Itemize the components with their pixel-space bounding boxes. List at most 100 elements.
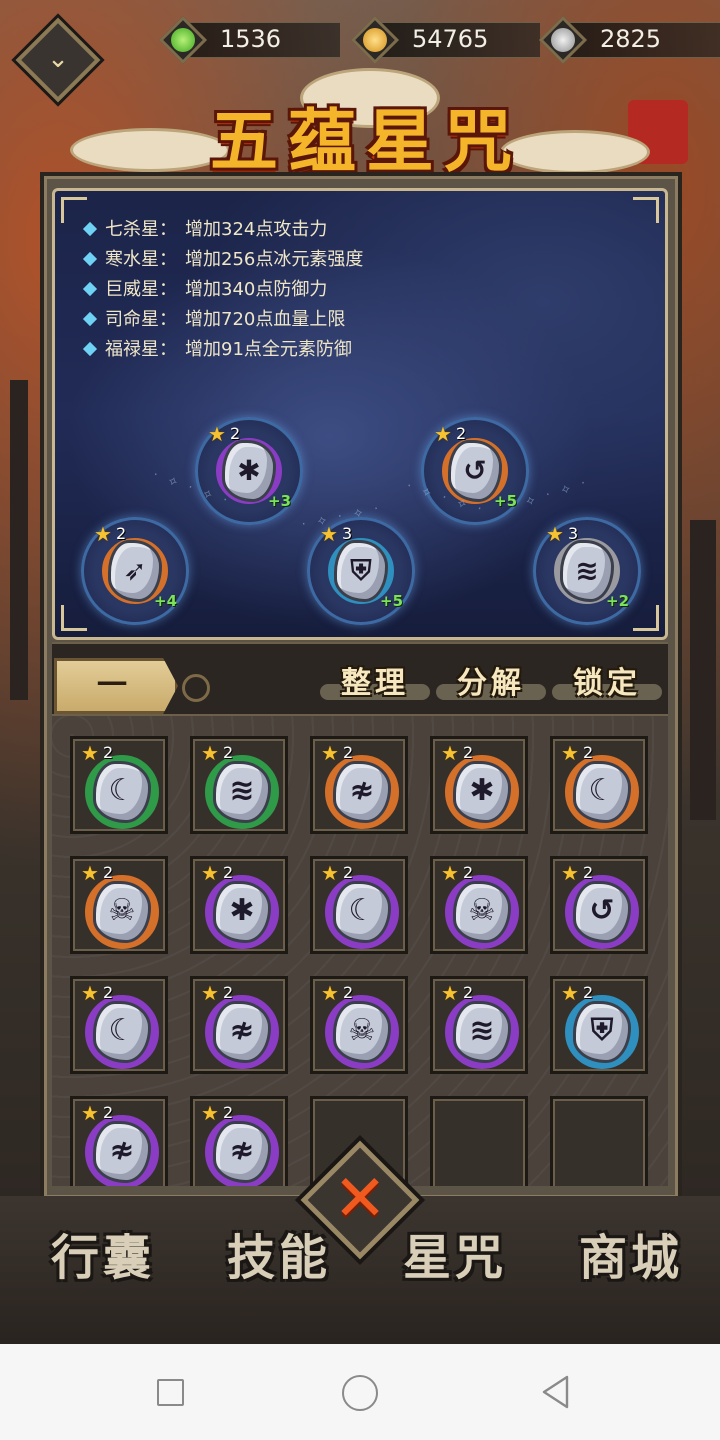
- close-icon: ✕: [333, 1162, 387, 1236]
- wing-rune-icon: ≋: [575, 554, 599, 587]
- inventory-rune-slot[interactable]: ☠ ★ 2: [430, 856, 528, 954]
- lock-button[interactable]: 锁定: [552, 654, 662, 710]
- rune-bonus: +2: [606, 592, 630, 610]
- tab-page-one[interactable]: 一: [54, 658, 178, 714]
- close-button[interactable]: ✕: [300, 1140, 420, 1260]
- shield-rune-icon: ⛨: [590, 1013, 614, 1048]
- star-icon: ★: [201, 1101, 219, 1125]
- muscle-rune-icon: ↺: [589, 893, 615, 928]
- gold-coin-icon: [350, 15, 400, 65]
- inventory-rune-slot[interactable]: ☠ ★ 2: [70, 856, 168, 954]
- snowflake-rune-icon: ✱: [237, 454, 261, 487]
- star-icon: ★: [201, 741, 219, 765]
- equipped-rune-socket[interactable]: ⛨ ★ 3 +5: [307, 517, 415, 625]
- empty-slot[interactable]: [550, 1096, 648, 1186]
- wing-rune-icon: ≋: [229, 773, 255, 808]
- skull-rune-icon: ☠: [468, 893, 496, 928]
- stat-row: 福禄星： 增加91点全元素防御: [82, 335, 363, 365]
- claw-rune-icon: ≉: [109, 1133, 135, 1168]
- wing-rune-icon: ≋: [469, 1013, 495, 1048]
- inventory-rune-slot[interactable]: ✱ ★ 2: [430, 736, 528, 834]
- scenery-pole: [10, 380, 28, 700]
- rune-level: 2: [230, 424, 241, 443]
- diamond-bullet-icon: [82, 341, 98, 357]
- inventory-rune-slot[interactable]: ≋ ★ 2: [190, 736, 288, 834]
- inventory-rune-slot[interactable]: ☾ ★ 2: [70, 736, 168, 834]
- rune-level: 3: [342, 524, 353, 543]
- back-button[interactable]: [540, 1374, 570, 1410]
- inventory-rune-slot[interactable]: ≉ ★ 2: [70, 1096, 168, 1186]
- skull-rune-icon: ☠: [348, 1013, 376, 1048]
- sort-button[interactable]: 整理: [320, 654, 430, 710]
- equipped-rune-socket[interactable]: ✱ ★ 2 +3: [195, 417, 303, 525]
- diamond-bullet-icon: [82, 281, 98, 297]
- arrow-rune-icon: ➶: [123, 554, 147, 587]
- inventory-rune-slot[interactable]: ⛨ ★ 2: [550, 976, 648, 1074]
- home-button[interactable]: [342, 1375, 378, 1411]
- rune-level: 2: [463, 743, 474, 762]
- claw-rune-icon: ≉: [229, 1013, 255, 1048]
- rune-level: 2: [223, 1103, 234, 1122]
- rune-level: 3: [568, 524, 579, 543]
- rune-level: 2: [343, 983, 354, 1002]
- inventory-rune-slot[interactable]: ≉ ★ 2: [190, 976, 288, 1074]
- scroll-ornament-icon: [182, 674, 210, 702]
- nav-bag[interactable]: 行囊: [28, 1218, 178, 1288]
- inventory-rune-slot[interactable]: ✱ ★ 2: [190, 856, 288, 954]
- flame-rune-icon: ☾: [108, 773, 136, 808]
- inventory-rune-slot[interactable]: ☾ ★ 2: [310, 856, 408, 954]
- collapse-menu-button[interactable]: ⌄: [15, 17, 101, 103]
- star-icon: ★: [321, 981, 339, 1005]
- star-icon: ★: [81, 981, 99, 1005]
- inventory-rune-slot[interactable]: ☾ ★ 2: [70, 976, 168, 1074]
- rune-level: 2: [116, 524, 127, 543]
- rune-level: 2: [223, 983, 234, 1002]
- star-icon: ★: [321, 741, 339, 765]
- inventory-rune-slot[interactable]: ↺ ★ 2: [550, 856, 648, 954]
- diamond-bullet-icon: [82, 311, 98, 327]
- system-nav-bar: [0, 1344, 720, 1440]
- recent-apps-button[interactable]: [157, 1379, 184, 1406]
- diamond-bullet-icon: [82, 221, 98, 237]
- scenery-pole: [690, 520, 716, 820]
- stat-list: 七杀星： 增加324点攻击力 寒水星： 增加256点冰元素强度 巨威星： 增加340点…: [82, 215, 363, 365]
- rune-level: 2: [343, 743, 354, 762]
- stat-row: 寒水星： 增加256点冰元素强度: [82, 245, 363, 275]
- silver-coin-icon: [538, 15, 588, 65]
- rune-level: 2: [223, 743, 234, 762]
- nav-shop[interactable]: 商城: [556, 1218, 706, 1288]
- rune-bonus: +3: [268, 492, 292, 510]
- star-icon: ★: [81, 861, 99, 885]
- rune-bonus: +4: [154, 592, 178, 610]
- flame-rune-icon: ☾: [108, 1013, 136, 1048]
- inventory-rune-slot[interactable]: ≉ ★ 2: [190, 1096, 288, 1186]
- stat-row: 巨威星： 增加340点防御力: [82, 275, 363, 305]
- star-icon: ★: [561, 861, 579, 885]
- rune-level: 2: [343, 863, 354, 882]
- inventory-rune-slot[interactable]: ≉ ★ 2: [310, 736, 408, 834]
- snowflake-rune-icon: ✱: [469, 773, 495, 808]
- rune-bonus: +5: [380, 592, 404, 610]
- star-icon: ★: [561, 981, 579, 1005]
- rune-level: 2: [583, 983, 594, 1002]
- rune-level: 2: [456, 424, 467, 443]
- inventory-rune-slot[interactable]: ≋ ★ 2: [430, 976, 528, 1074]
- equipped-rune-socket[interactable]: ≋ ★ 3 +2: [533, 517, 641, 625]
- star-icon: ★: [441, 861, 459, 885]
- rune-level: 2: [463, 863, 474, 882]
- rune-level: 2: [583, 743, 594, 762]
- rune-level: 2: [103, 743, 114, 762]
- energy-value: 1536: [220, 25, 282, 53]
- rune-level: 2: [103, 1103, 114, 1122]
- rune-level: 2: [583, 863, 594, 882]
- rune-level: 2: [223, 863, 234, 882]
- claw-rune-icon: ≉: [349, 773, 375, 808]
- resource-gold: 54765: [350, 15, 540, 65]
- rune-level: 2: [103, 863, 114, 882]
- inventory-rune-slot[interactable]: ☾ ★ 2: [550, 736, 648, 834]
- equipped-rune-socket[interactable]: ➶ ★ 2 +4: [81, 517, 189, 625]
- decompose-button[interactable]: 分解: [436, 654, 546, 710]
- gold-value: 54765: [412, 25, 489, 53]
- empty-slot[interactable]: [430, 1096, 528, 1186]
- inventory-rune-slot[interactable]: ☠ ★ 2: [310, 976, 408, 1074]
